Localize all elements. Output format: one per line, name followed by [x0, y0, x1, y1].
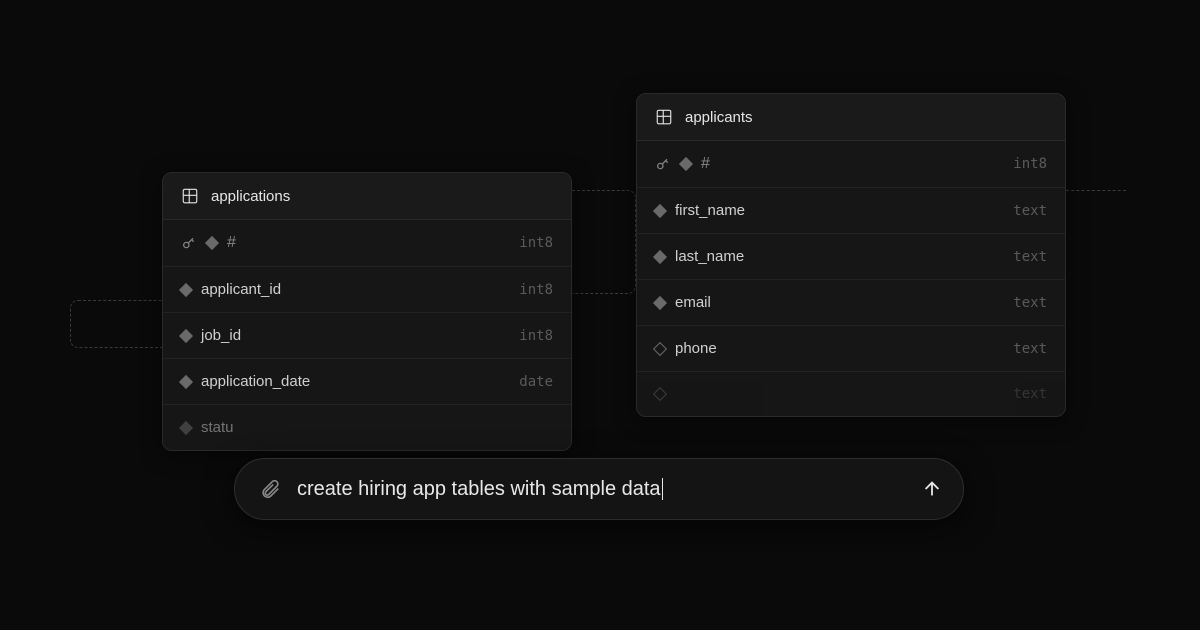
schema-connector	[572, 190, 636, 294]
required-icon	[179, 328, 193, 342]
table-column-row[interactable]: email text	[637, 280, 1065, 326]
column-type: text	[1013, 295, 1047, 311]
column-type: text	[1013, 249, 1047, 265]
required-icon	[205, 236, 219, 250]
table-card-header: applicants	[637, 94, 1065, 141]
column-type: int8	[519, 235, 553, 251]
primary-key-icon	[181, 235, 197, 251]
required-icon	[179, 374, 193, 388]
prompt-text-value: create hiring app tables with sample dat…	[297, 478, 661, 500]
table-column-row[interactable]: first_name text	[637, 188, 1065, 234]
table-column-row[interactable]: application_date date	[163, 359, 571, 405]
table-name: applications	[211, 188, 290, 205]
column-name: last_name	[675, 248, 744, 265]
nullable-icon	[653, 341, 667, 355]
column-type: int8	[519, 282, 553, 298]
table-column-row[interactable]: phone text	[637, 326, 1065, 372]
required-icon	[653, 295, 667, 309]
column-type: text	[1013, 203, 1047, 219]
column-name: job_id	[201, 327, 241, 344]
table-column-row[interactable]: applicant_id int8	[163, 267, 571, 313]
required-icon	[679, 157, 693, 171]
column-name: phone	[675, 340, 717, 357]
column-name: application_date	[201, 373, 310, 390]
column-name: statu	[201, 419, 234, 436]
column-type: date	[519, 374, 553, 390]
table-column-row[interactable]: # int8	[637, 141, 1065, 188]
required-icon	[179, 282, 193, 296]
table-column-row[interactable]: # int8	[163, 220, 571, 267]
column-name: first_name	[675, 202, 745, 219]
required-icon	[653, 203, 667, 217]
table-card-applicants[interactable]: applicants # int8 first_name text last_n…	[636, 93, 1066, 417]
required-icon	[179, 420, 193, 434]
text-cursor	[662, 478, 663, 500]
schema-connector	[70, 300, 162, 348]
table-card-applications[interactable]: applications # int8 applicant_id int8 jo…	[162, 172, 572, 451]
column-type: int8	[519, 328, 553, 344]
column-name: #	[227, 234, 236, 252]
table-card-header: applications	[163, 173, 571, 220]
primary-key-icon	[655, 156, 671, 172]
table-column-row[interactable]: last_name text	[637, 234, 1065, 280]
table-icon	[655, 108, 673, 126]
column-name: applicant_id	[201, 281, 281, 298]
column-type: int8	[1013, 156, 1047, 172]
prompt-input[interactable]: create hiring app tables with sample dat…	[297, 478, 905, 501]
table-name: applicants	[685, 109, 753, 126]
schema-connector	[1066, 190, 1126, 191]
table-icon	[181, 187, 199, 205]
column-type: text	[1013, 341, 1047, 357]
column-name: email	[675, 294, 711, 311]
prompt-input-bar[interactable]: create hiring app tables with sample dat…	[234, 458, 964, 520]
column-type: text	[1013, 386, 1047, 402]
column-name: #	[701, 155, 710, 173]
send-icon[interactable]	[921, 478, 943, 500]
nullable-icon	[653, 387, 667, 401]
table-column-row[interactable]: text	[637, 372, 1065, 416]
table-column-row[interactable]: job_id int8	[163, 313, 571, 359]
table-column-row[interactable]: statu	[163, 405, 571, 450]
required-icon	[653, 249, 667, 263]
attachment-icon[interactable]	[259, 478, 281, 500]
